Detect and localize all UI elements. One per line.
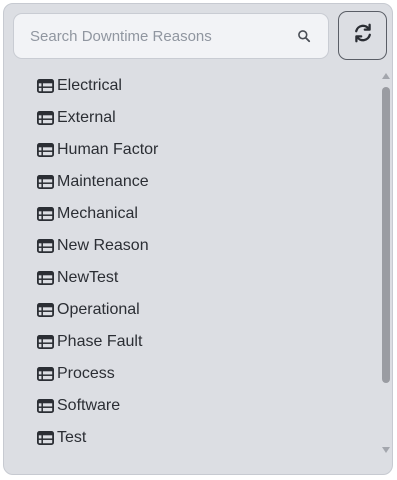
list-item-label: External — [57, 109, 116, 126]
downtime-reason-list: Electrical External Human Factor Maintenanc… — [4, 66, 376, 466]
scrollbar-thumb[interactable] — [382, 87, 390, 383]
list-table-icon — [36, 270, 54, 285]
list-table-icon — [36, 398, 54, 413]
downtime-reasons-panel: Electrical External Human Factor Maintenanc… — [3, 3, 393, 475]
list-item[interactable]: New Reason — [36, 230, 149, 262]
list-item-label: Process — [57, 365, 115, 382]
list-table-icon — [36, 238, 54, 253]
list-item[interactable]: Maintenance — [36, 166, 149, 198]
list-item-label: NewTest — [57, 269, 119, 286]
list-item-label: Mechanical — [57, 205, 138, 222]
list-item[interactable]: Process — [36, 358, 115, 390]
list-table-icon — [36, 430, 54, 445]
list-item[interactable]: Mechanical — [36, 198, 138, 230]
list-item-label: Electrical — [57, 77, 122, 94]
list-item[interactable]: NewTest — [36, 262, 119, 294]
list-table-icon — [36, 206, 54, 221]
list-item-label: Software — [57, 397, 121, 414]
list-item-label: Phase Fault — [57, 333, 143, 350]
list-item[interactable]: Software — [36, 390, 121, 422]
scroll-down-arrow-icon[interactable] — [382, 447, 390, 453]
list-item[interactable]: Test — [36, 422, 87, 454]
search-icon[interactable] — [297, 29, 311, 43]
list-item[interactable]: Electrical — [36, 70, 122, 102]
search-box — [13, 13, 329, 59]
list-item[interactable]: Phase Fault — [36, 326, 143, 358]
list-table-icon — [36, 334, 54, 349]
list-item-label: New Reason — [57, 237, 149, 254]
list-table-icon — [36, 142, 54, 157]
list-table-icon — [36, 78, 54, 93]
list-item-label: Maintenance — [57, 173, 149, 190]
list-table-icon — [36, 110, 54, 125]
list-scrollbar[interactable] — [380, 70, 392, 456]
list-item-label: Test — [57, 429, 87, 446]
list-item[interactable]: External — [36, 102, 116, 134]
list-item[interactable]: Operational — [36, 294, 140, 326]
scroll-up-arrow-icon[interactable] — [382, 73, 390, 79]
refresh-button[interactable] — [338, 11, 387, 60]
list-item[interactable]: Human Factor — [36, 134, 159, 166]
list-table-icon — [36, 174, 54, 189]
refresh-icon — [352, 22, 374, 49]
list-item-label: Human Factor — [57, 141, 159, 158]
list-item-label: Operational — [57, 301, 140, 318]
list-table-icon — [36, 302, 54, 317]
list-table-icon — [36, 366, 54, 381]
search-input[interactable] — [14, 14, 284, 58]
